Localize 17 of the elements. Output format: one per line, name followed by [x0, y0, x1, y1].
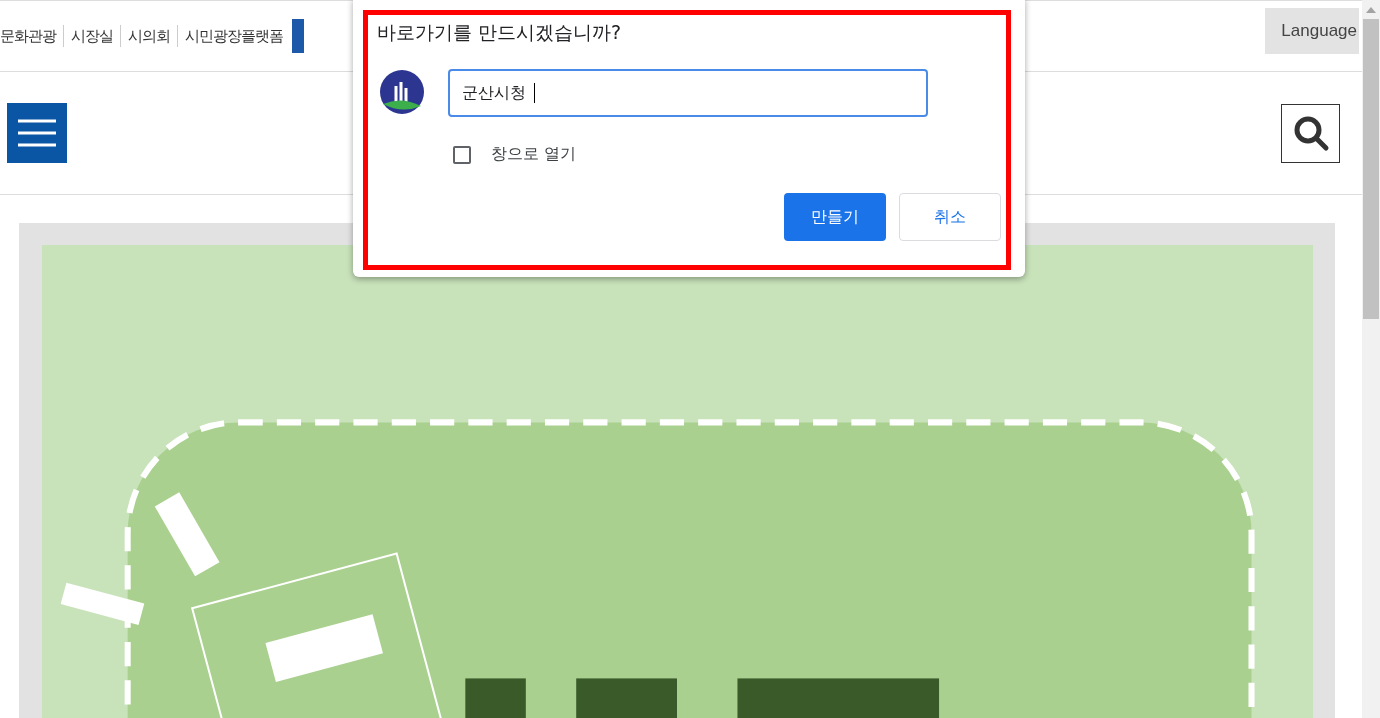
search-button[interactable] [1281, 103, 1340, 163]
create-button[interactable]: 만들기 [784, 193, 886, 241]
scrollbar[interactable] [1362, 0, 1380, 718]
scrollbar-thumb[interactable] [1363, 19, 1379, 319]
nav-link[interactable]: 문화관광 [0, 26, 56, 46]
checkbox-label: 창으로 열기 [491, 144, 577, 165]
checkbox[interactable] [453, 145, 471, 164]
menu-icon [17, 118, 57, 148]
scroll-up-icon[interactable] [1366, 6, 1376, 13]
nav-link[interactable]: 시민광장플랫폼 [185, 26, 283, 46]
nav-link[interactable]: 시장실 [71, 26, 113, 46]
name-field[interactable]: 군산시청 [448, 69, 928, 117]
nav-link[interactable]: 시의회 [128, 26, 170, 46]
language-button[interactable]: Language [1265, 8, 1359, 54]
dialog-title: 바로가기를 만드시겠습니까? [377, 20, 623, 45]
cancel-button[interactable]: 취소 [899, 193, 1001, 241]
menu-button[interactable] [7, 103, 67, 163]
